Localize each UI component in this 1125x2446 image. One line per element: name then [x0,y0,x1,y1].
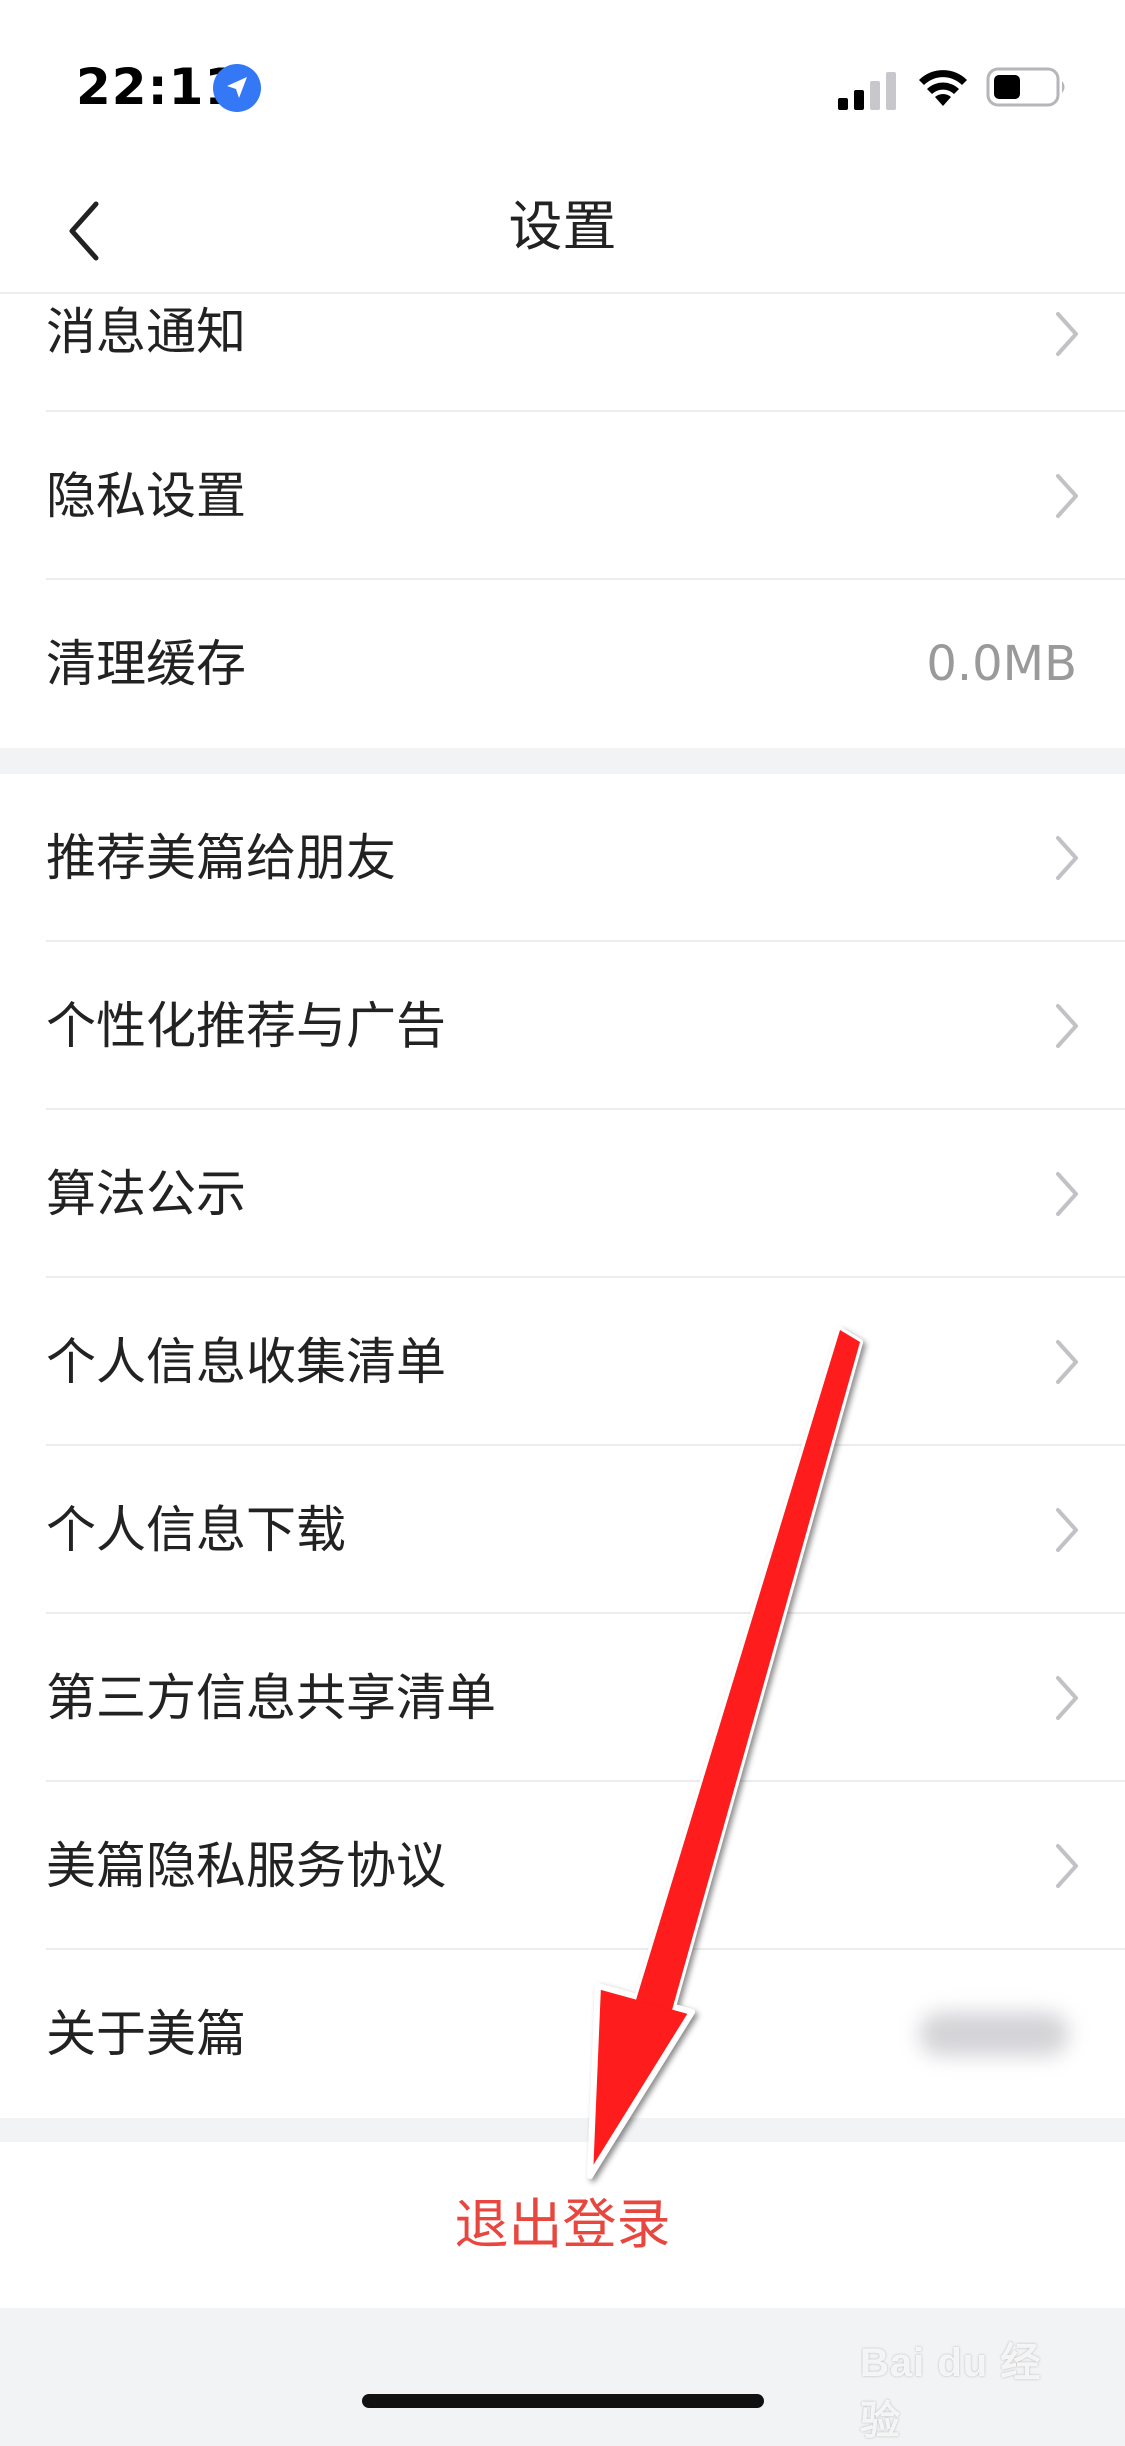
cache-size-value: 0.0MB [926,636,1077,692]
settings-row-privacy-agreement[interactable]: 美篇隐私服务协议 [0,1782,1125,1950]
settings-row-about[interactable]: 关于美篇 [0,1950,1125,2118]
settings-row-privacy[interactable]: 隐私设置 [0,412,1125,580]
settings-group-1: 消息通知 隐私设置 清理缓存 0.0MB [0,294,1125,748]
location-arrow-icon [213,64,261,112]
row-label: 清理缓存 [46,635,246,693]
logout-button[interactable]: 退出登录 [0,2142,1125,2308]
chevron-right-icon [1056,1508,1078,1552]
settings-row-personalized-ads[interactable]: 个性化推荐与广告 [0,942,1125,1110]
row-label: 关于美篇 [46,2005,246,2063]
row-label: 个人信息下载 [46,1501,346,1559]
chevron-right-icon [1056,836,1078,880]
wifi-icon [919,70,967,106]
settings-row-recommend-friends[interactable]: 推荐美篇给朋友 [0,774,1125,942]
row-label: 个性化推荐与广告 [46,997,446,1055]
logout-section: 退出登录 [0,2142,1125,2308]
row-label: 隐私设置 [46,467,246,525]
chevron-right-icon [1056,1004,1078,1048]
status-bar: 22:11 [0,0,1125,170]
nav-bar: 设置 [0,170,1125,294]
battery-icon [986,67,1065,107]
chevron-right-icon [1056,474,1078,518]
row-label: 个人信息收集清单 [46,1333,446,1391]
settings-group-2: 推荐美篇给朋友 个性化推荐与广告 算法公示 个人信息收集清单 个人信息下载 第三 [0,774,1125,2118]
chevron-right-icon [1056,1676,1078,1720]
row-label: 消息通知 [46,303,246,361]
chevron-right-icon [1056,1844,1078,1888]
blurred-version-value [919,2012,1069,2056]
settings-row-info-download[interactable]: 个人信息下载 [0,1446,1125,1614]
baidu-watermark: Bai du 经验 [860,2341,1042,2443]
page-title: 设置 [508,195,617,258]
settings-row-info-collection[interactable]: 个人信息收集清单 [0,1278,1125,1446]
settings-row-third-party-sharing[interactable]: 第三方信息共享清单 [0,1614,1125,1782]
settings-row-algorithm[interactable]: 算法公示 [0,1110,1125,1278]
home-indicator[interactable] [362,2394,764,2408]
row-label: 算法公示 [46,1165,246,1223]
settings-row-clear-cache[interactable]: 清理缓存 0.0MB [0,580,1125,748]
chevron-right-icon [1056,312,1078,356]
chevron-right-icon [1056,1172,1078,1216]
row-label: 第三方信息共享清单 [46,1669,496,1727]
cellular-signal-icon [838,72,896,110]
row-label: 推荐美篇给朋友 [46,829,396,887]
chevron-right-icon [1056,1340,1078,1384]
settings-row-notifications[interactable]: 消息通知 [0,294,1125,412]
row-label: 美篇隐私服务协议 [46,1837,446,1895]
